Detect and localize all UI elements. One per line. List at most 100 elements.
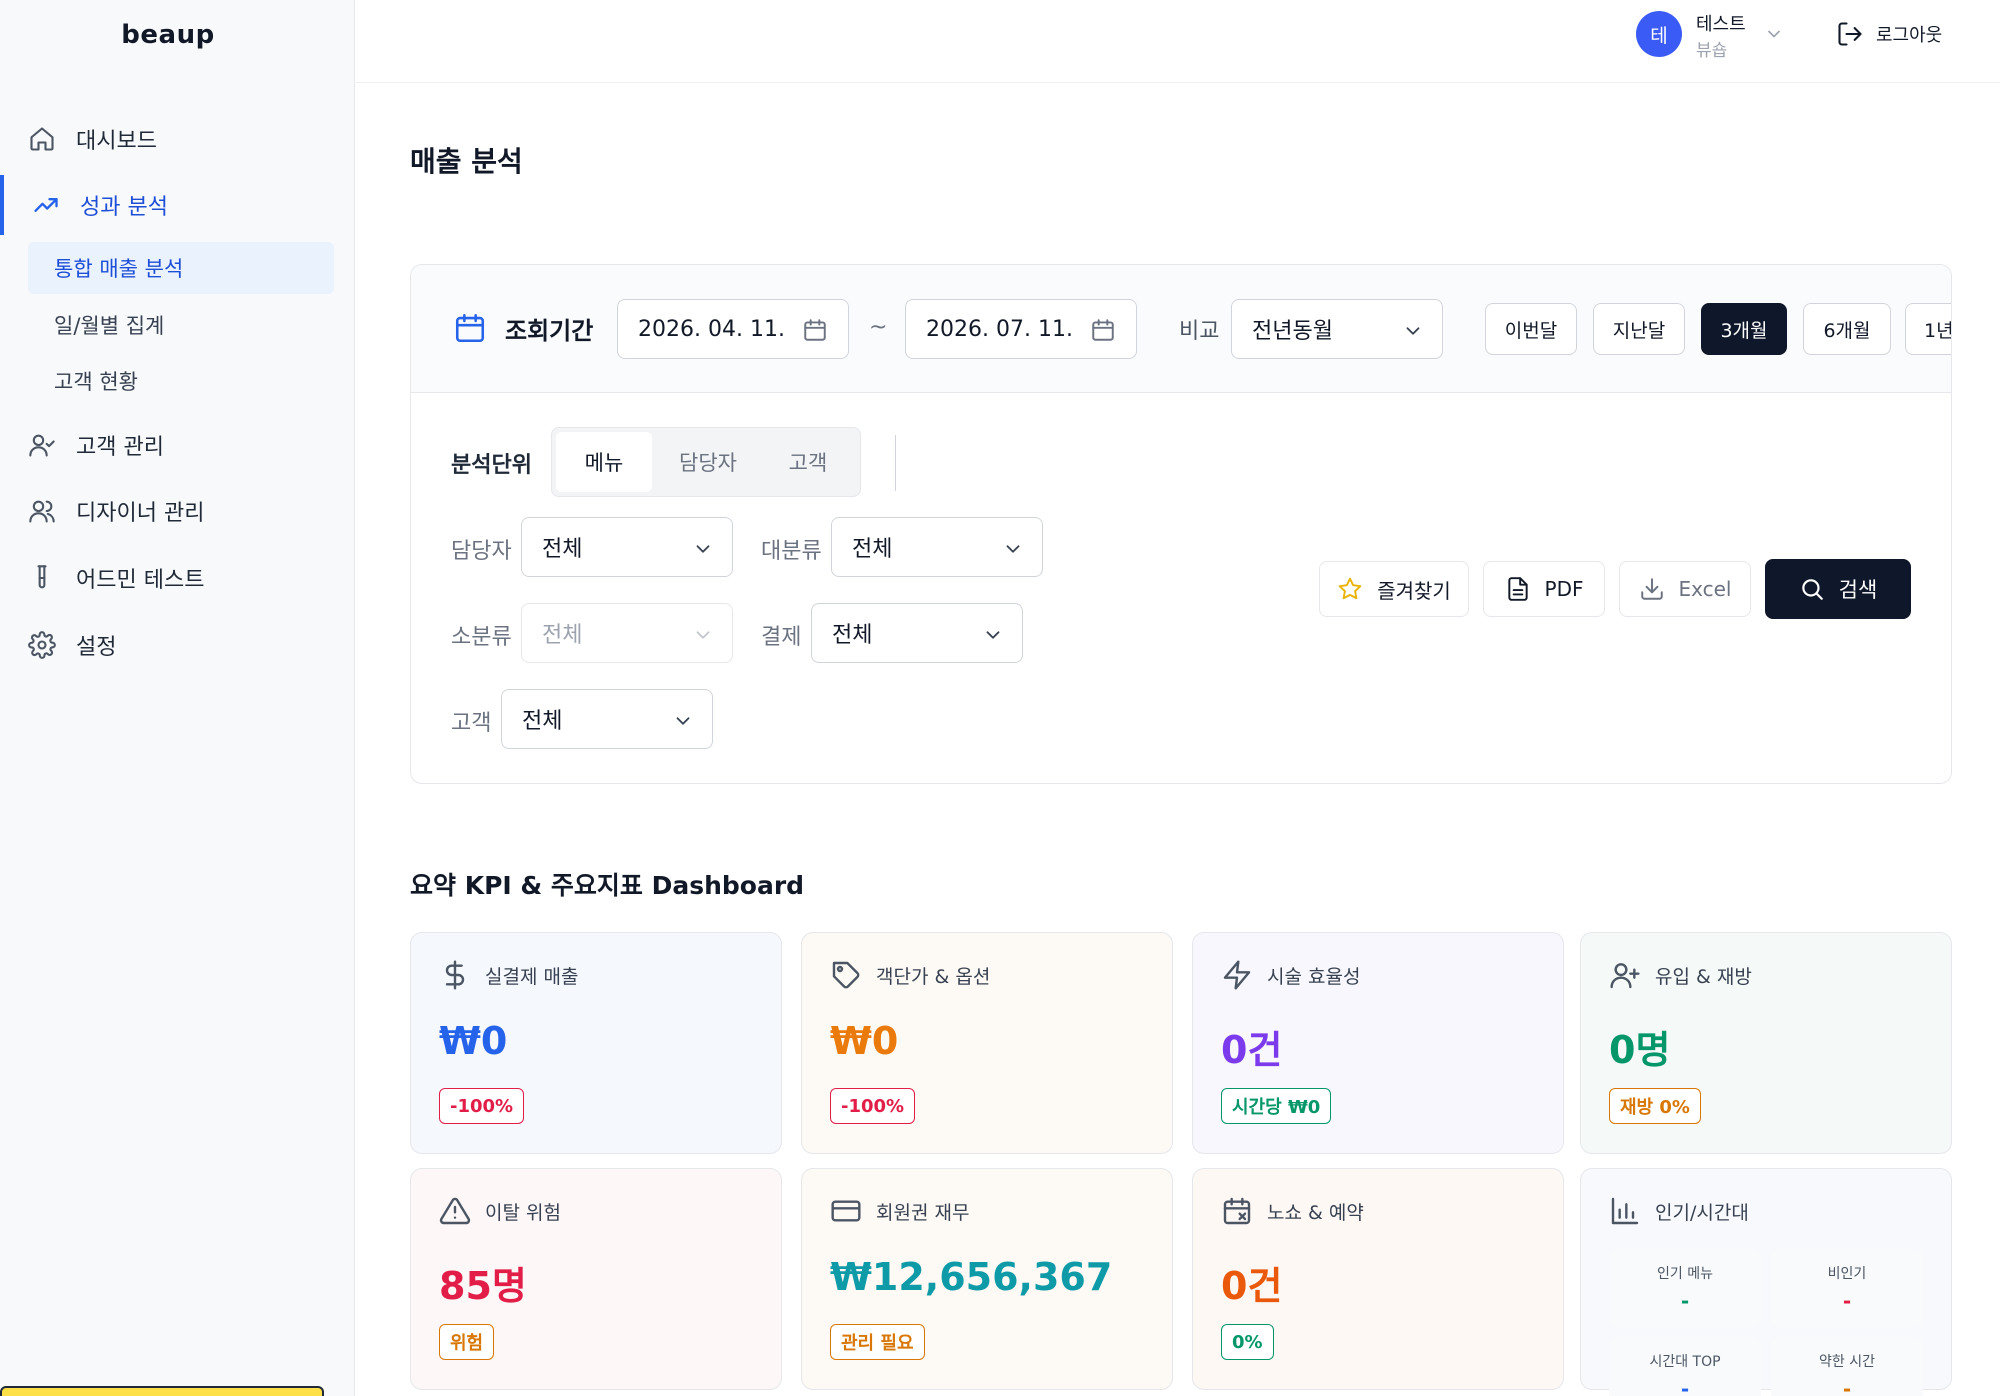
- gear-icon: [28, 631, 56, 659]
- period-button-last-month[interactable]: 지난달: [1593, 303, 1685, 355]
- kpi-card[interactable]: 시술 효율성 0건 시간당 ₩0: [1192, 932, 1564, 1154]
- compare-label: 비교: [1179, 319, 1220, 344]
- staff-value: 전체: [542, 537, 583, 562]
- sidebar-item-label: 고객 관리: [76, 435, 164, 460]
- subcategory-label: 소분류: [451, 625, 512, 650]
- kpi-card-header: 실결제 매출: [439, 959, 578, 991]
- kpi-card-header: 시술 효율성: [1221, 959, 1360, 991]
- mini-stat-label: 인기 메뉴: [1657, 1266, 1713, 1282]
- payment-value: 전체: [832, 623, 873, 648]
- avatar[interactable]: 테: [1636, 11, 1682, 57]
- end-date-value: 2026. 07. 11.: [926, 316, 1073, 342]
- period-button-1-year[interactable]: 1년: [1905, 303, 1951, 355]
- kpi-card-title: 실결제 매출: [485, 965, 579, 988]
- mini-stat-popular-menu: 인기 메뉴 -: [1609, 1249, 1761, 1327]
- app-logo[interactable]: beaup: [0, 20, 336, 50]
- mini-stat-value: -: [1680, 1289, 1690, 1313]
- users-icon: [29, 500, 55, 523]
- kpi-card[interactable]: 객단가 & 옵션 ₩0 -100%: [801, 932, 1173, 1154]
- start-date-input[interactable]: 2026. 04. 11.: [617, 299, 849, 359]
- kpi-card-badge: -100%: [439, 1088, 525, 1124]
- sidebar-subitem-label: 통합 매출 분석: [54, 257, 184, 281]
- user-check-icon: [29, 434, 55, 457]
- pdf-label: PDF: [1544, 577, 1584, 601]
- period-button-6-months[interactable]: 6개월: [1803, 303, 1891, 355]
- chevron-down-icon: [1406, 327, 1420, 335]
- sidebar-item-admin-test[interactable]: 어드민 테스트: [0, 548, 355, 608]
- end-date-input[interactable]: 2026. 07. 11.: [905, 299, 1137, 359]
- sidebar-item-settings[interactable]: 설정: [0, 615, 355, 675]
- kpi-card[interactable]: 이탈 위험 85명 위험: [410, 1168, 782, 1390]
- kpi-card-badge: 0%: [1221, 1324, 1274, 1360]
- sidebar-subitem-customer-status[interactable]: 고객 현황: [28, 355, 334, 407]
- kpi-card-value: ₩12,656,367: [830, 1255, 1113, 1299]
- category-label: 대분류: [761, 539, 822, 564]
- chevron-down-icon: [696, 545, 710, 553]
- payment-select[interactable]: 전체: [811, 603, 1023, 663]
- chevron-down-icon[interactable]: [1764, 24, 1784, 44]
- pdf-button[interactable]: PDF: [1483, 561, 1605, 617]
- download-icon: [1640, 578, 1663, 600]
- period-label: 조회기간: [505, 317, 594, 345]
- excel-button[interactable]: Excel: [1619, 561, 1751, 617]
- kpi-card-badge: 위험: [439, 1324, 495, 1360]
- category-select[interactable]: 전체: [831, 517, 1043, 577]
- customer-select[interactable]: 전체: [501, 689, 713, 749]
- favorite-button[interactable]: 즐겨찾기: [1319, 561, 1469, 617]
- unit-tab-staff[interactable]: 담당자: [656, 432, 760, 492]
- favorite-label: 즐겨찾기: [1377, 578, 1451, 603]
- logout-icon: [1838, 22, 1862, 46]
- excel-label: Excel: [1678, 577, 1732, 601]
- kpi-card-value: 0건: [1221, 1264, 1283, 1308]
- mini-stat-label: 약한 시간: [1819, 1354, 1875, 1370]
- subcategory-select[interactable]: 전체: [521, 603, 733, 663]
- kpi-card[interactable]: 유입 & 재방 0명 재방 0%: [1580, 932, 1952, 1154]
- sidebar: beaup 대시보드 성과 분석 통합 매출 분석 일/월별 집계 고객 현황 …: [0, 0, 355, 1396]
- search-button[interactable]: 검색: [1765, 559, 1911, 619]
- kpi-card-popular-time[interactable]: 인기/시간대 인기 메뉴 - 비인기 - 시간대 TOP - 약한 시간 -: [1580, 1168, 1952, 1396]
- compare-value: 전년동월: [1252, 319, 1333, 344]
- category-value: 전체: [852, 537, 893, 562]
- payment-label: 결제: [761, 625, 802, 650]
- sidebar-subitem-integrated-sales[interactable]: 통합 매출 분석: [28, 242, 334, 294]
- kpi-card-badge: 관리 필요: [830, 1324, 925, 1360]
- bolt-icon: [1223, 960, 1251, 990]
- mini-stat-top-time: 시간대 TOP -: [1609, 1337, 1761, 1396]
- kpi-card-value: ₩0: [830, 1019, 899, 1063]
- sidebar-item-performance[interactable]: 성과 분석: [0, 175, 355, 235]
- sidebar-item-designers[interactable]: 디자이너 관리: [0, 481, 355, 541]
- start-date-value: 2026. 04. 11.: [638, 316, 785, 342]
- mini-stat-value: -: [1842, 1289, 1852, 1313]
- test-tube-icon: [37, 565, 47, 589]
- period-button-3-months[interactable]: 3개월: [1701, 303, 1787, 355]
- kpi-card-header: 객단가 & 옵션: [830, 959, 990, 991]
- user-name[interactable]: 테스트: [1696, 10, 1746, 36]
- unit-tab-menu[interactable]: 메뉴: [556, 432, 652, 492]
- logout-label: 로그아웃: [1876, 25, 1943, 46]
- period-button-this-month[interactable]: 이번달: [1485, 303, 1577, 355]
- logout-button[interactable]: 로그아웃: [1836, 20, 1942, 48]
- sidebar-subitem-label: 고객 현황: [54, 370, 138, 394]
- kpi-card-badge: -100%: [830, 1088, 916, 1124]
- calendar-icon: [1092, 319, 1114, 341]
- sidebar-subitem-label: 일/월별 집계: [54, 314, 165, 338]
- kpi-card[interactable]: 노쇼 & 예약 0건 0%: [1192, 1168, 1564, 1390]
- staff-select[interactable]: 전체: [521, 517, 733, 577]
- sidebar-item-customers[interactable]: 고객 관리: [0, 415, 355, 475]
- sidebar-item-dashboard[interactable]: 대시보드: [0, 109, 355, 169]
- kpi-section-title: 요약 KPI & 주요지표 Dashboard: [410, 871, 805, 900]
- compare-select[interactable]: 전년동월: [1231, 299, 1443, 359]
- search-label: 검색: [1838, 578, 1878, 602]
- toast-notification[interactable]: [0, 1386, 324, 1396]
- analysis-unit-label: 분석단위: [451, 453, 532, 478]
- unit-tab-customer[interactable]: 고객: [760, 432, 856, 492]
- filter-panel: 조회기간 2026. 04. 11. ~ 2026. 07. 11. 비교 전년…: [410, 264, 1952, 784]
- sidebar-item-label: 디자이너 관리: [76, 501, 205, 526]
- sidebar-subitem-daily-monthly[interactable]: 일/월별 집계: [28, 299, 334, 351]
- kpi-card[interactable]: 실결제 매출 ₩0 -100%: [410, 932, 782, 1154]
- kpi-card[interactable]: 회원권 재무 ₩12,656,367 관리 필요: [801, 1168, 1173, 1390]
- chevron-down-icon: [986, 631, 1000, 639]
- mini-stat-unpopular: 비인기 -: [1771, 1249, 1923, 1327]
- chevron-down-icon: [676, 717, 690, 725]
- kpi-card-title: 회원권 재무: [876, 1201, 970, 1224]
